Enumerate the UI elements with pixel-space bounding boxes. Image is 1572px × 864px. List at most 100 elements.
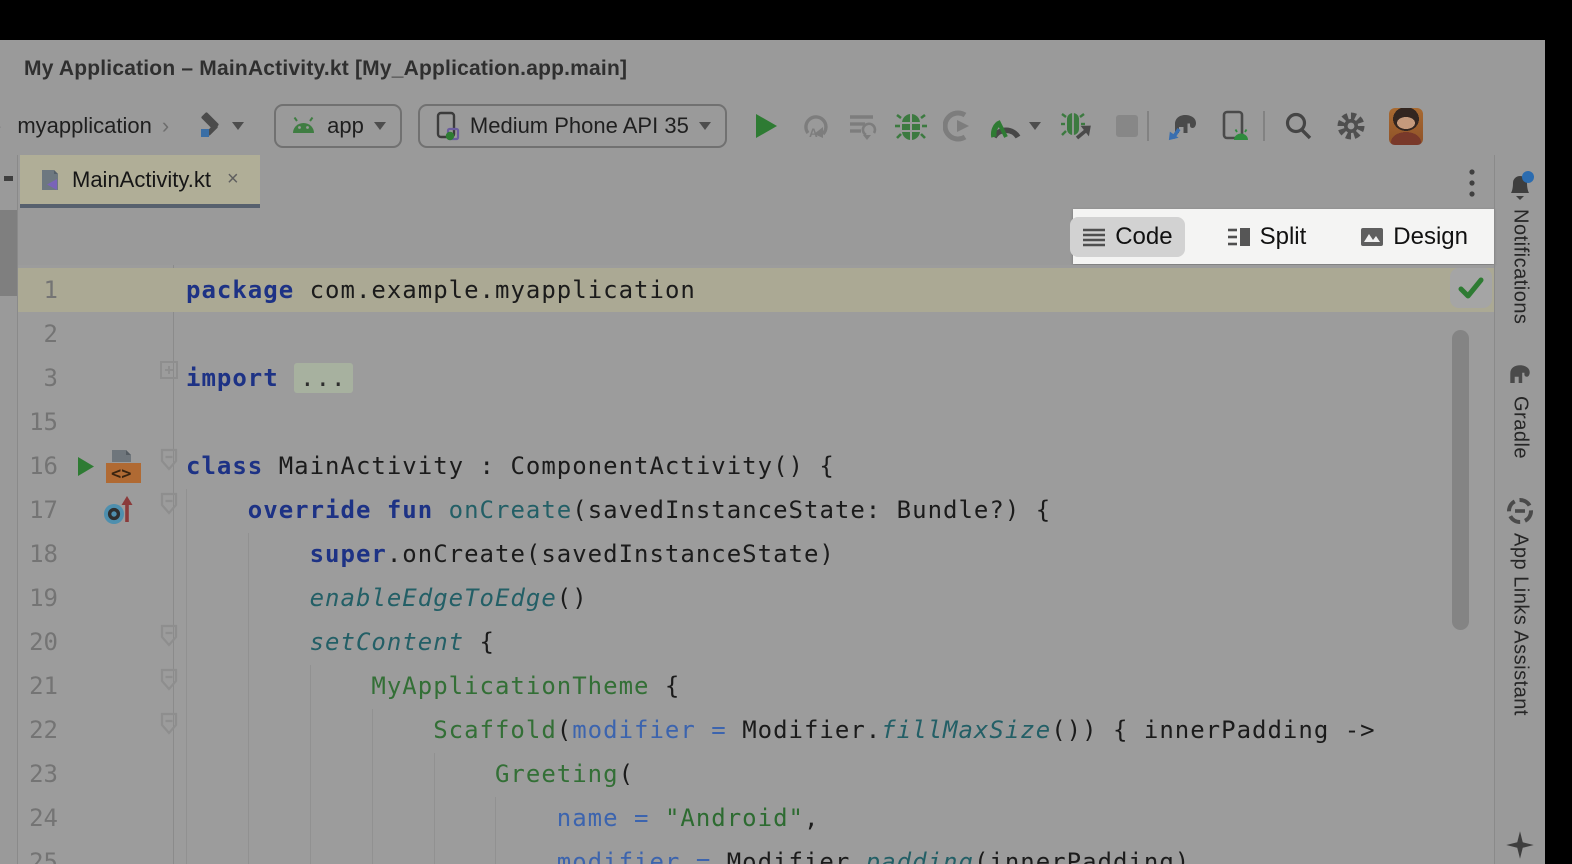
fold-marker-plus[interactable] <box>159 360 179 380</box>
editor-scrollbar-thumb[interactable] <box>1452 330 1469 630</box>
view-mode-code[interactable]: Code <box>1070 217 1184 257</box>
device-manager-button[interactable] <box>1221 110 1249 142</box>
stripe-handle-icon[interactable] <box>4 176 13 181</box>
code-line-15[interactable]: 15 <box>18 400 1494 444</box>
virtual-device-icon <box>434 111 460 141</box>
view-mode-design[interactable]: Design <box>1348 217 1480 257</box>
code-segment-txt: ()) { innerPadding -> <box>1051 716 1375 744</box>
build-dropdown-caret[interactable] <box>232 122 244 130</box>
code-area[interactable]: 1package com.example.myapplication23impo… <box>18 265 1494 864</box>
code-segment-kw: override <box>248 496 372 524</box>
code-segment-txt: .onCreate(savedInstanceState) <box>387 540 835 568</box>
toolwindow-app-links-assistant[interactable]: App Links Assistant <box>1504 495 1536 716</box>
apply-changes-restart-button[interactable]: A <box>799 110 831 142</box>
code-text[interactable]: super.onCreate(savedInstanceState) <box>173 532 1494 576</box>
svg-text:A: A <box>809 126 818 140</box>
build-hammer-icon[interactable] <box>195 111 225 141</box>
toolwindow-label: Gradle <box>1509 396 1532 459</box>
code-line-20[interactable]: 20 setContent { <box>18 620 1494 664</box>
code-line-16[interactable]: 16<>class MainActivity : ComponentActivi… <box>18 444 1494 488</box>
code-text[interactable]: override fun onCreate(savedInstanceState… <box>173 488 1494 532</box>
line-number: 20 <box>18 628 58 656</box>
code-segment-param: name = <box>557 804 665 832</box>
search-everywhere-button[interactable] <box>1283 111 1313 141</box>
code-line-1[interactable]: 1package com.example.myapplication <box>18 268 1494 312</box>
fold-marker-chevron[interactable] <box>159 448 179 472</box>
code-segment-kw: package <box>186 276 294 304</box>
tab-close-icon[interactable]: × <box>227 168 239 191</box>
code-segment-txt: () <box>557 584 588 612</box>
main-toolbar: › myapplication › app <box>0 97 1545 155</box>
code-line-19[interactable]: 19 enableEdgeToEdge() <box>18 576 1494 620</box>
run-configuration-selector[interactable]: app <box>274 104 402 148</box>
gutter-cell: 19 <box>18 576 173 620</box>
run-configuration-label: app <box>327 113 364 139</box>
settings-gear-icon[interactable] <box>1335 110 1367 142</box>
code-line-23[interactable]: 23 Greeting( <box>18 752 1494 796</box>
profiler-dropdown-caret[interactable] <box>1029 122 1041 130</box>
user-avatar[interactable] <box>1389 108 1423 145</box>
sync-gradle-button[interactable] <box>1165 109 1203 143</box>
right-tool-stripe: Notifications Gradle App Links Assistant <box>1494 155 1545 864</box>
inspections-status-widget[interactable] <box>1450 268 1492 308</box>
compose-gutter-icon[interactable]: <> <box>102 448 142 484</box>
fold-marker-chevron[interactable] <box>159 624 179 648</box>
view-mode-split[interactable]: Split <box>1215 217 1319 257</box>
code-line-22[interactable]: 22 Scaffold(modifier = Modifier.fillMaxS… <box>18 708 1494 752</box>
breadcrumb-chevron-edge: › <box>0 113 1 139</box>
code-text[interactable]: setContent { <box>173 620 1494 664</box>
code-segment-fn: onCreate <box>449 496 573 524</box>
code-line-17[interactable]: 17 override fun onCreate(savedInstanceSt… <box>18 488 1494 532</box>
code-segment-fni: padding <box>866 848 974 864</box>
code-line-24[interactable]: 24 name = "Android", <box>18 796 1494 840</box>
fold-marker-chevron[interactable] <box>159 712 179 736</box>
fold-marker-chevron[interactable] <box>159 492 179 516</box>
code-rows: 1package com.example.myapplication23impo… <box>18 268 1494 864</box>
tab-options-kebab-icon[interactable] <box>1468 167 1476 201</box>
svg-text:<>: <> <box>111 464 131 484</box>
code-segment-comp: Scaffold <box>433 716 557 744</box>
code-text[interactable]: MyApplicationTheme { <box>173 664 1494 708</box>
code-text[interactable]: import ... <box>173 356 1494 400</box>
line-number: 15 <box>18 408 58 436</box>
code-line-2[interactable]: 2 <box>18 312 1494 356</box>
code-segment-txt: (savedInstanceState: Bundle?) { <box>572 496 1051 524</box>
breadcrumb[interactable]: myapplication <box>17 113 152 139</box>
kotlin-file-icon <box>36 167 62 193</box>
device-selector[interactable]: Medium Phone API 35 <box>418 104 727 148</box>
code-segment-txt <box>186 496 248 524</box>
inspections-ok-check-icon <box>1458 277 1484 299</box>
code-line-3[interactable]: 3import ... <box>18 356 1494 400</box>
code-line-25[interactable]: 25 modifier = Modifier.padding(innerPadd… <box>18 840 1494 864</box>
gutter-cell: 20 <box>18 620 173 664</box>
apply-code-changes-button[interactable] <box>847 110 879 142</box>
debug-button[interactable] <box>895 110 927 142</box>
indent-guide <box>434 753 435 864</box>
run-gutter-icon[interactable] <box>76 456 95 477</box>
code-line-18[interactable]: 18 super.onCreate(savedInstanceState) <box>18 532 1494 576</box>
gutter-cell: 15 <box>18 400 173 444</box>
profile-low-overhead-button[interactable] <box>943 110 973 142</box>
override-gutter-icon[interactable] <box>102 494 135 526</box>
fold-marker-chevron[interactable] <box>159 668 179 692</box>
code-text[interactable] <box>173 400 1494 444</box>
code-segment-txt: { <box>464 628 495 656</box>
stop-button[interactable] <box>1115 114 1139 138</box>
code-line-21[interactable]: 21 MyApplicationTheme { <box>18 664 1494 708</box>
stripe-active-segment[interactable] <box>0 210 17 296</box>
code-text[interactable] <box>173 312 1494 356</box>
split-view-icon <box>1227 227 1251 247</box>
code-text[interactable]: enableEdgeToEdge() <box>173 576 1494 620</box>
code-text[interactable]: package com.example.myapplication <box>173 268 1494 312</box>
run-button[interactable] <box>753 112 779 140</box>
gutter-cell: 21 <box>18 664 173 708</box>
title-bar: My Application – MainActivity.kt [My_App… <box>0 40 1545 97</box>
tab-mainactivity[interactable]: MainActivity.kt × <box>20 155 260 208</box>
toolwindow-notifications[interactable]: Notifications <box>1503 169 1537 324</box>
gemini-sparkle-icon[interactable] <box>1505 830 1535 860</box>
profiler-button[interactable] <box>989 111 1023 141</box>
attach-debugger-button[interactable] <box>1061 110 1095 142</box>
toolwindow-label: App Links Assistant <box>1509 533 1532 716</box>
toolwindow-gradle[interactable]: Gradle <box>1503 360 1537 459</box>
code-text[interactable]: class MainActivity : ComponentActivity()… <box>173 444 1494 488</box>
